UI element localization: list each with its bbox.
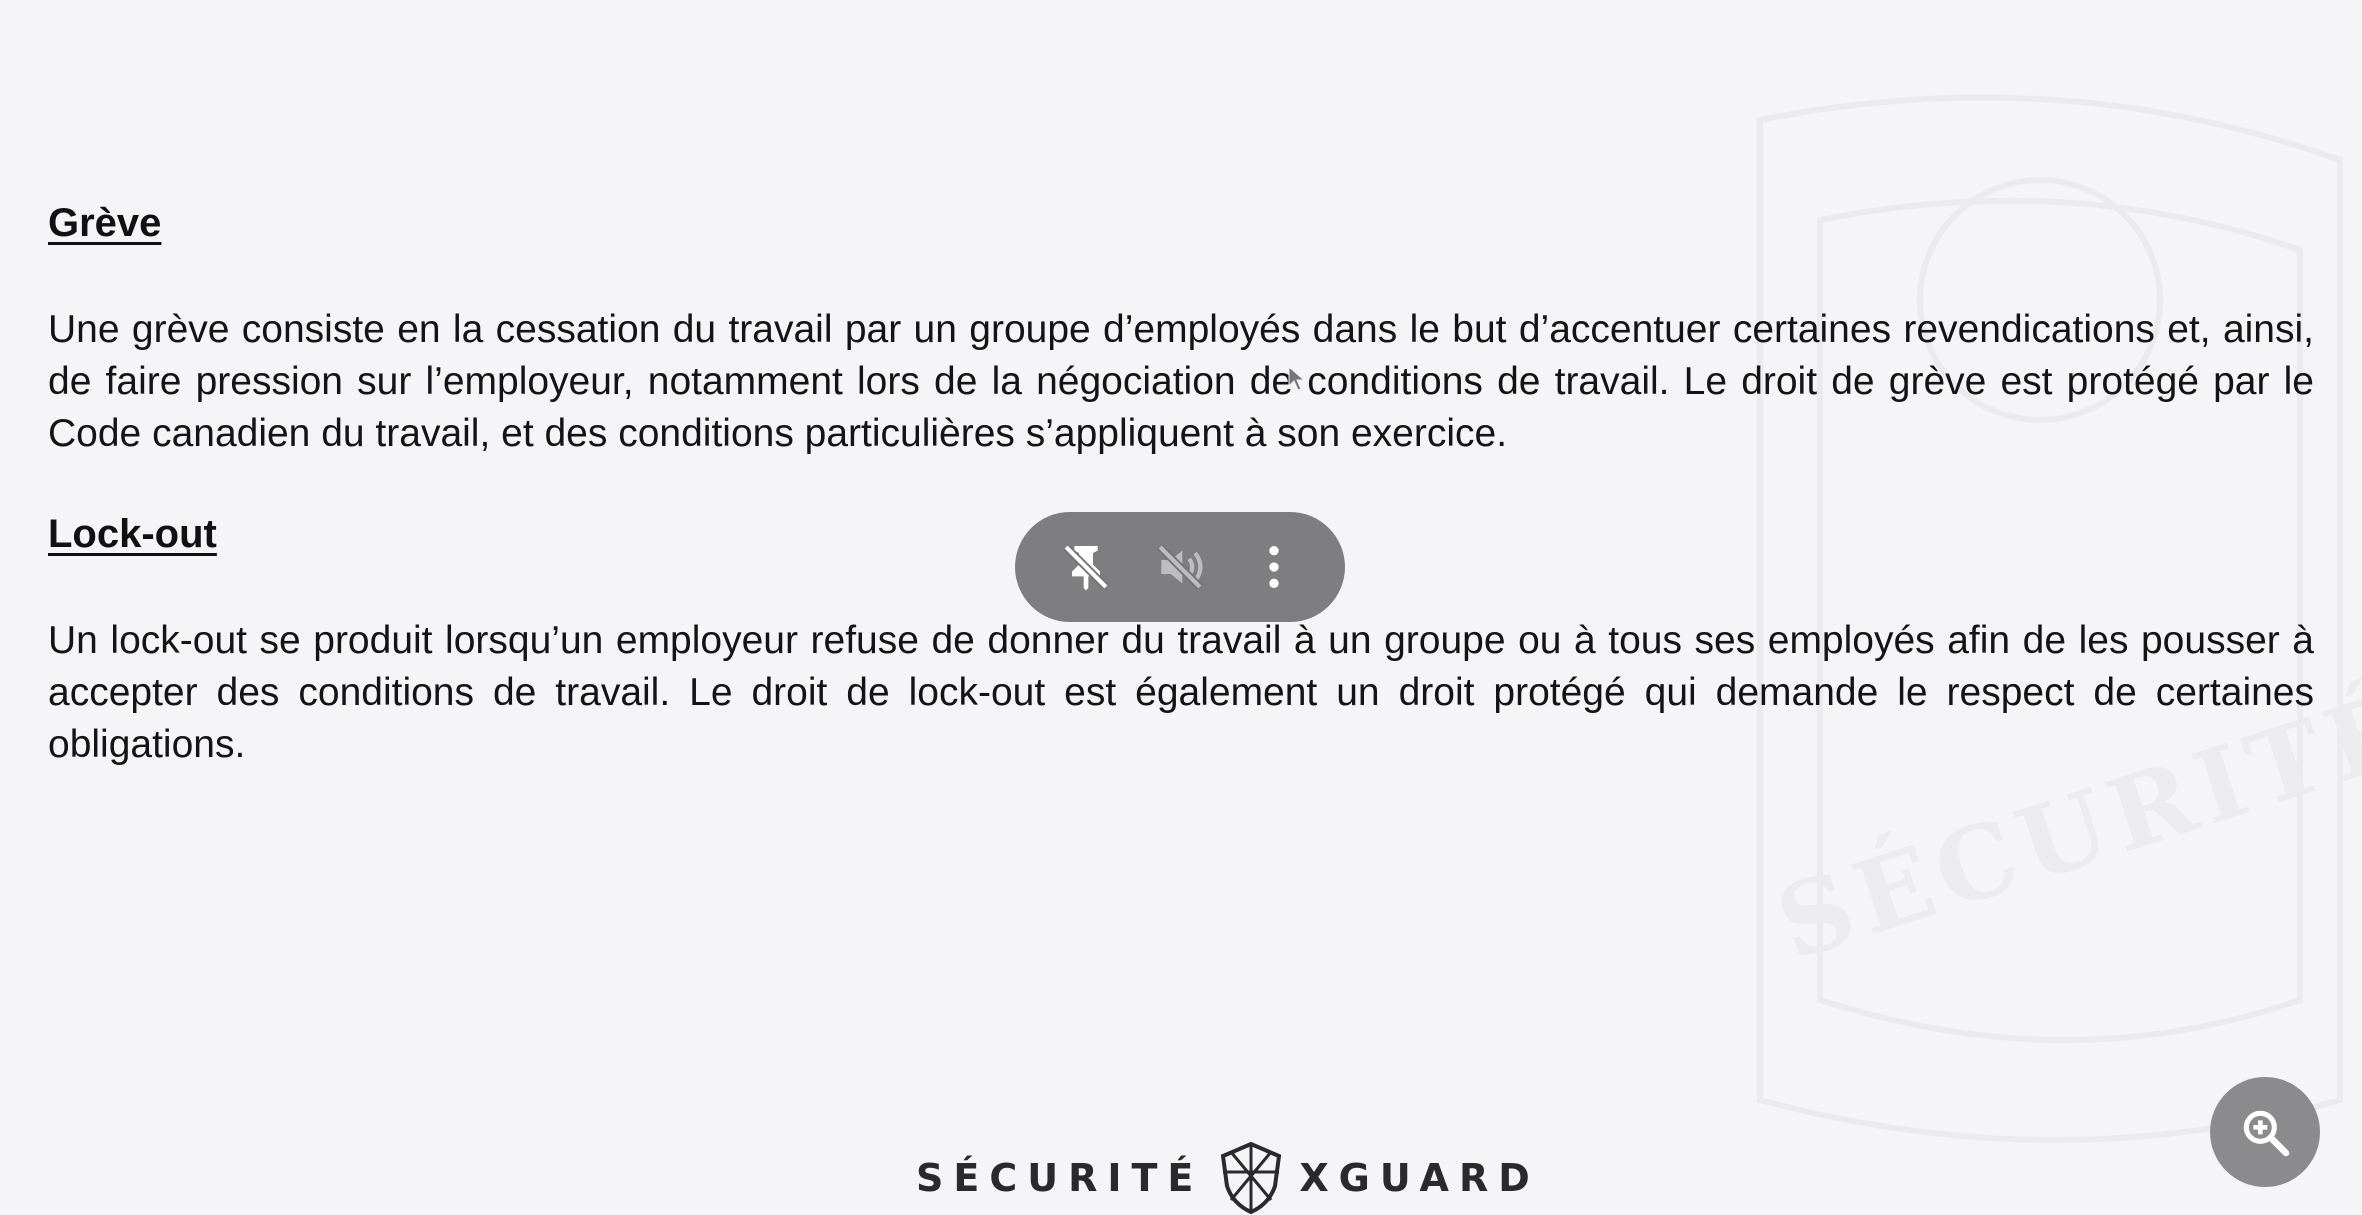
section-heading-lockout: Lock-out [48,512,217,556]
unpin-button[interactable] [1051,532,1121,602]
section-body-greve: Une grève consiste en la cessation du tr… [48,308,2314,455]
section-heading-greve: Grève [48,201,162,245]
brand-word-left: SÉCURITÉ [916,1155,1204,1200]
xguard-shield-icon [1221,1141,1282,1214]
brand-word-right: XGUARD [1299,1155,1540,1200]
brand-logo: SÉCURITÉ XGUARD [916,1140,1540,1215]
floating-video-toolbar [1015,512,1345,622]
mute-button[interactable] [1145,532,1215,602]
more-vert-icon [1269,546,1279,588]
section-body-lockout: Un lock-out se produit lorsqu’un employe… [48,619,2314,766]
zoom-in-button[interactable] [2210,1077,2320,1187]
mouse-cursor-icon [1288,366,1306,391]
zoom-in-icon [2243,1110,2290,1157]
pin-off-icon [1063,544,1109,591]
volume-off-icon [1157,544,1203,590]
background-watermark: SÉCURITÉ [1640,0,2362,1215]
more-options-button[interactable] [1239,532,1309,602]
